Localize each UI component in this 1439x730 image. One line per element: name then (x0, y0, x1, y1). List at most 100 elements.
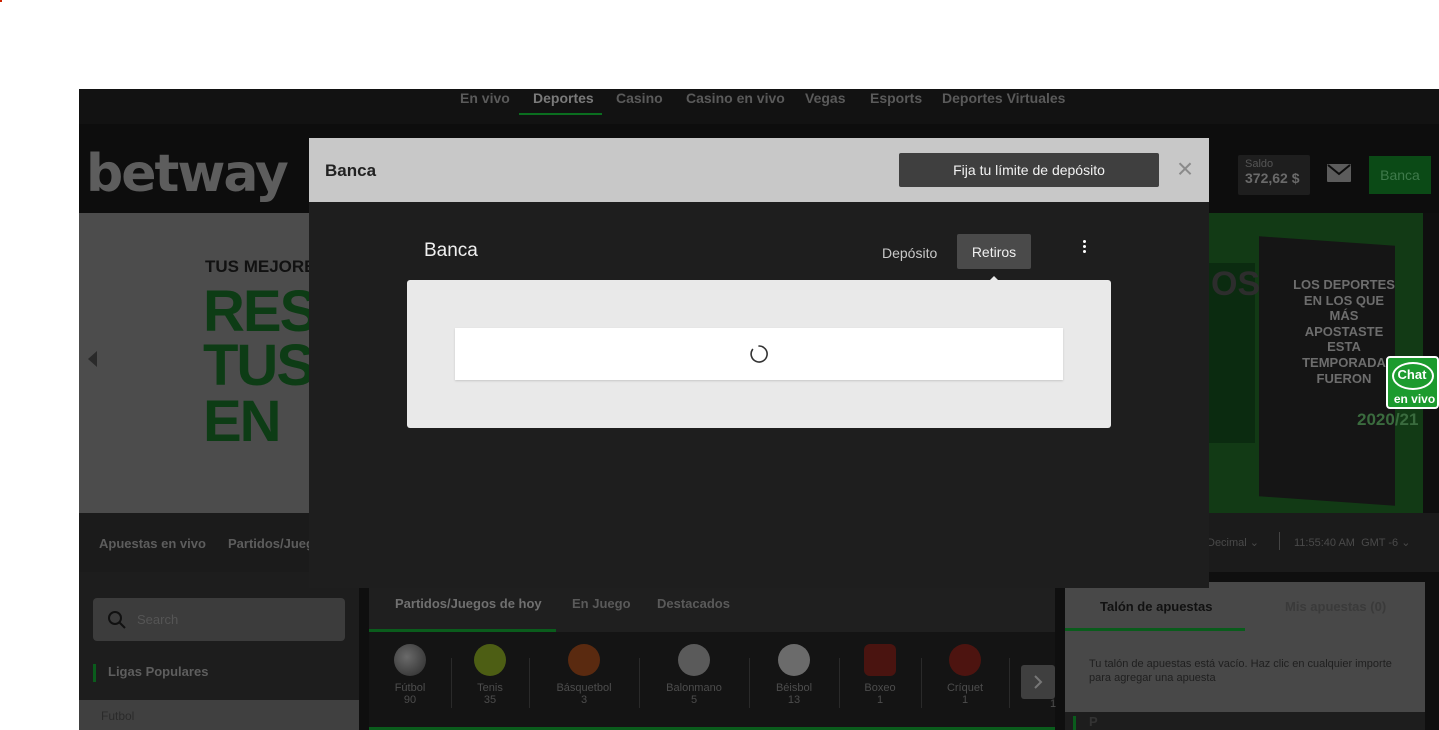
sport-name: Boxeo (864, 682, 896, 694)
tab-deposito[interactable]: Depósito (882, 245, 937, 261)
sport-futbol[interactable]: Fútbol 90 (375, 644, 445, 706)
banner-year: 2020/21 (1357, 410, 1419, 429)
loading-spinner-icon (750, 345, 768, 363)
carousel-next-button[interactable] (1021, 665, 1055, 699)
sport-boxeo[interactable]: Boxeo 1 (845, 644, 915, 706)
link-apuestas-en-vivo[interactable]: Apuestas en vivo (99, 536, 206, 551)
timezone-select[interactable]: 11:55:40 AM GMT -6 ⌄ (1294, 536, 1410, 549)
balance-widget[interactable]: Saldo 372,62 $ (1238, 155, 1310, 195)
section-title: P (1089, 714, 1098, 729)
chat-label-1: Chat (1397, 367, 1427, 382)
betway-logo[interactable]: betway (86, 144, 289, 204)
boxing-glove-icon (864, 644, 896, 676)
divider (1279, 532, 1280, 550)
sport-name: Tenis (477, 682, 503, 694)
sport-count-partial: 1 (1050, 698, 1057, 710)
divider (921, 658, 922, 708)
divider (639, 658, 640, 708)
betslip-panel: Talón de apuestas Mis apuestas (0) Tu ta… (1065, 582, 1425, 730)
banner-prev-icon[interactable] (88, 351, 97, 367)
odds-format-value: Decimal (1207, 537, 1247, 549)
basketball-icon (568, 644, 600, 676)
close-icon[interactable]: × (1173, 155, 1197, 183)
search-input[interactable]: Search (93, 598, 345, 641)
balance-label: Saldo (1245, 158, 1274, 170)
sport-criquet[interactable]: Críquet 1 (930, 644, 1000, 706)
sport-beisbol[interactable]: Béisbol 13 (759, 644, 829, 706)
mail-icon[interactable] (1327, 164, 1351, 182)
search-placeholder: Search (137, 612, 179, 627)
search-icon (108, 611, 126, 629)
sport-name: Fútbol (394, 682, 426, 694)
chevron-down-icon: ⌄ (1249, 537, 1260, 549)
ligas-populares-title: Ligas Populares (93, 664, 208, 682)
top-nav: En vivo Deportes Casino Casino en vivo V… (79, 89, 1439, 124)
sport-tenis[interactable]: Tenis 35 (455, 644, 525, 706)
header-banca-button[interactable]: Banca (1369, 156, 1431, 194)
tab-mis-apuestas[interactable]: Mis apuestas (0) (1285, 599, 1386, 614)
sport-name: Balonmano (666, 682, 722, 694)
cashier-content (407, 280, 1111, 428)
tab-en-juego[interactable]: En Juego (572, 596, 631, 611)
nav-vegas[interactable]: Vegas (805, 90, 845, 106)
sport-count: 1 (876, 694, 884, 706)
left-sidebar: Search Ligas Populares Futbol (79, 572, 359, 730)
sports-carousel: Fútbol 90 Tenis 35 Básquetbol 3 Balonman… (369, 632, 1057, 730)
sport-name: Críquet (946, 682, 984, 694)
sport-count: 3 (580, 694, 588, 706)
chevron-right-icon (1034, 675, 1043, 689)
balance-value: 372,62 $ (1245, 170, 1300, 186)
soccer-ball-icon (394, 644, 426, 676)
sport-count: 90 (403, 694, 417, 706)
divider (529, 658, 530, 708)
odds-format-select[interactable]: Decimal ⌄ (1207, 536, 1259, 549)
handball-icon (678, 644, 710, 676)
more-vertical-icon[interactable] (1079, 240, 1089, 260)
deposit-limit-button[interactable]: Fija tu límite de depósito (899, 153, 1159, 187)
nav-active-underline (519, 113, 602, 115)
divider (1009, 658, 1010, 708)
page: En vivo Deportes Casino Casino en vivo V… (0, 0, 1439, 730)
modal-header: Banca Fija tu límite de depósito × (309, 138, 1209, 202)
divider (749, 658, 750, 708)
modal-title: Banca (325, 161, 377, 180)
sport-basquetbol[interactable]: Básquetbol 3 (549, 644, 619, 706)
nav-esports[interactable]: Esports (870, 90, 922, 106)
sport-name: Béisbol (775, 682, 813, 694)
nav-en-vivo[interactable]: En vivo (460, 90, 510, 106)
sport-balonmano[interactable]: Balonmano 5 (659, 644, 729, 706)
banner-card-text: LOS DEPORTES EN LOS QUE MÁS APOSTASTE ES… (1293, 277, 1395, 386)
timezone-value: GMT -6 (1361, 537, 1399, 549)
banca-modal: Banca Fija tu límite de depósito × Banca… (309, 138, 1209, 588)
tab-talon-apuestas[interactable]: Talón de apuestas (1100, 599, 1212, 614)
nav-casino[interactable]: Casino (616, 90, 663, 106)
nav-deportes-virtuales[interactable]: Deportes Virtuales (942, 90, 1065, 106)
chat-label-2: en vivo (1393, 392, 1436, 406)
chevron-down-icon: ⌄ (1401, 537, 1411, 549)
banner-poster-text: OS (1211, 265, 1261, 303)
nav-casino-en-vivo[interactable]: Casino en vivo (686, 90, 785, 106)
cricket-ball-icon (949, 644, 981, 676)
league-item[interactable]: Futbol (79, 700, 359, 730)
section-accent (1073, 716, 1076, 730)
tab-destacados[interactable]: Destacados (657, 596, 730, 611)
corner-marker (0, 0, 2, 2)
betslip-section-bar: P (1065, 712, 1425, 730)
banca-inner-title: Banca (424, 240, 478, 261)
divider (451, 658, 452, 708)
divider (839, 658, 840, 708)
banner-line-2: TUS (203, 333, 315, 398)
tennis-ball-icon (474, 644, 506, 676)
tab-partidos-hoy[interactable]: Partidos/Juegos de hoy (395, 596, 542, 611)
live-chat-button[interactable]: Chat en vivo (1386, 356, 1439, 409)
link-partidos[interactable]: Partidos/Jueg (228, 536, 314, 551)
nav-deportes[interactable]: Deportes (533, 90, 594, 106)
sport-name: Básquetbol (556, 682, 612, 694)
baseball-icon (778, 644, 810, 676)
sport-count: 13 (787, 694, 801, 706)
league-item-label: Futbol (101, 709, 135, 723)
tab-retiros[interactable]: Retiros (957, 234, 1031, 269)
sport-count: 5 (690, 694, 698, 706)
banner-tagline: TUS MEJORE (205, 257, 316, 276)
center-content: Partidos/Juegos de hoy En Juego Destacad… (369, 572, 1057, 730)
